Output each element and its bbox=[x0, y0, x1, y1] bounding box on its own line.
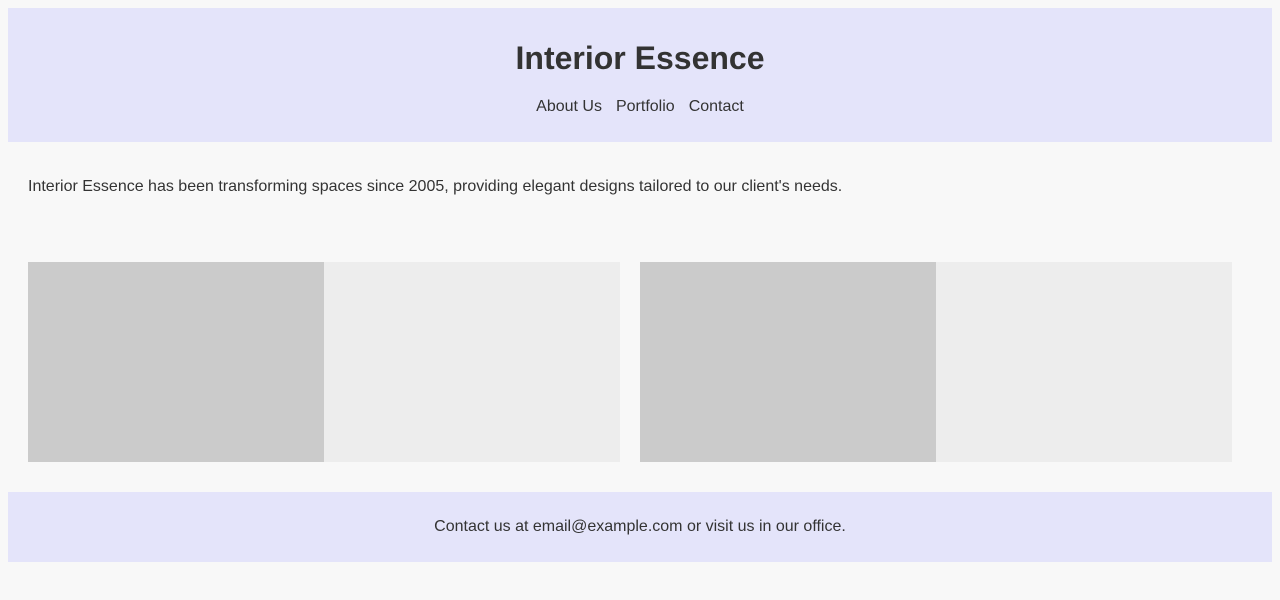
site-header: Interior Essence About Us Portfolio Cont… bbox=[8, 8, 1272, 142]
site-footer: Contact us at email@example.com or visit… bbox=[8, 492, 1272, 562]
site-title: Interior Essence bbox=[515, 40, 765, 76]
portfolio-image-placeholder bbox=[28, 262, 324, 462]
portfolio-gallery bbox=[28, 262, 1232, 462]
portfolio-card bbox=[640, 262, 1232, 462]
nav-link-contact[interactable]: Contact bbox=[689, 96, 744, 118]
portfolio-card bbox=[28, 262, 620, 462]
intro-text: Interior Essence has been transforming s… bbox=[28, 178, 843, 195]
footer-contact-text: Contact us at email@example.com or visit… bbox=[434, 518, 846, 535]
nav-link-about-us[interactable]: About Us bbox=[536, 96, 602, 118]
portfolio-image-placeholder bbox=[640, 262, 936, 462]
nav-link-portfolio[interactable]: Portfolio bbox=[616, 96, 675, 118]
main-nav: About Us Portfolio Contact bbox=[8, 96, 1272, 118]
